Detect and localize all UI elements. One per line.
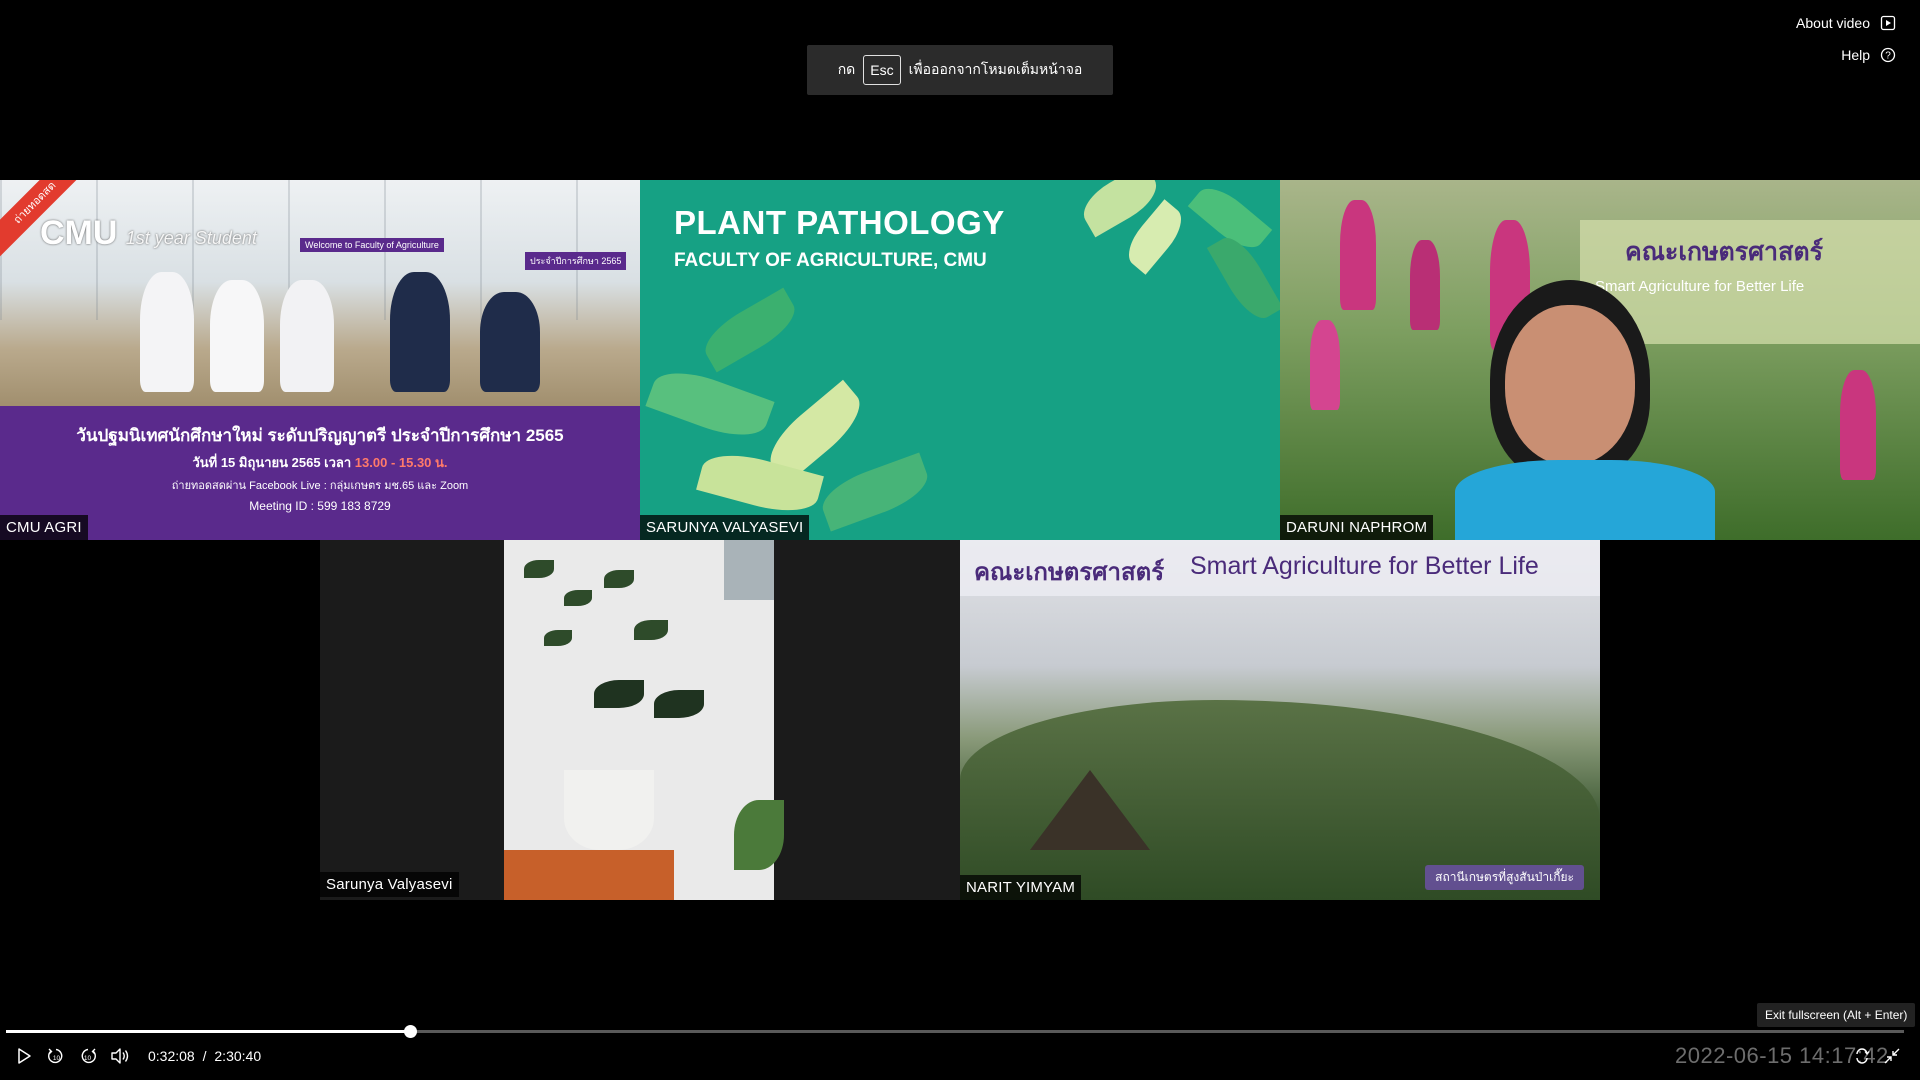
participant-tile-sarunya-video[interactable]: Sarunya Valyasevi (320, 540, 960, 900)
participant-name-tag: CMU AGRI (0, 515, 88, 540)
seek-bar-played (6, 1030, 411, 1033)
event-headline: วันปฐมนิเทศนักศึกษาใหม่ ระดับปริญญาตรี ป… (76, 426, 564, 445)
faculty-tagline: Smart Agriculture for Better Life (1190, 552, 1539, 580)
rewind-10-button[interactable]: 10 (44, 1046, 68, 1066)
faculty-logo: คณะเกษตรศาสตร์ (974, 559, 1165, 586)
student-figure (480, 292, 540, 392)
flower-shape (1310, 320, 1340, 410)
slide-subtitle: FACULTY OF AGRICULTURE, CMU (674, 250, 987, 271)
exit-fullscreen-icon (1884, 1048, 1900, 1064)
cmu-logo-word: CMU (40, 214, 118, 252)
flower-shape (1410, 240, 1440, 330)
leaf-shape (645, 360, 775, 448)
event-meeting-id: Meeting ID : 599 183 8729 (249, 499, 391, 513)
help-icon: ? (1880, 47, 1896, 63)
seek-bar[interactable] (6, 1025, 1904, 1038)
plant-leaf (604, 570, 634, 588)
playback-time: 0:32:08 / 2:30:40 (148, 1048, 261, 1064)
event-date-prefix: วันที่ 15 มิถุนายน 2565 เวลา (192, 455, 355, 470)
plant-leaf (654, 690, 704, 718)
exit-fullscreen-tooltip: Exit fullscreen (Alt + Enter) (1757, 1003, 1916, 1027)
plant-leaf (634, 620, 668, 640)
rewind-10-icon: 10 (48, 1048, 63, 1064)
faculty-logo: คณะเกษตรศาสตร์ (1625, 238, 1823, 266)
cmu-logo-text: CMU 1st year Student (40, 214, 257, 253)
about-video-link[interactable]: About video (1796, 15, 1896, 31)
speaker-face (1505, 305, 1635, 465)
event-info-band: วันปฐมนิเทศนักศึกษาใหม่ ระดับปริญญาตรี ป… (0, 406, 640, 540)
svg-text:10: 10 (84, 1055, 92, 1062)
flower-shape (1840, 370, 1876, 480)
plant-leaf (594, 680, 644, 708)
leaf-shape (696, 287, 804, 373)
seek-bar-handle[interactable] (404, 1025, 418, 1038)
participant-tile-sarunya-valyasevi[interactable]: PLANT PATHOLOGY FACULTY OF AGRICULTURE, … (640, 180, 1280, 540)
participant-tile-daruni-naphrom[interactable]: คณะเกษตรศาสตร์ Smart Agriculture for Bet… (1280, 180, 1920, 540)
slide-title: PLANT PATHOLOGY (674, 204, 1005, 241)
help-link[interactable]: Help ? (1841, 47, 1896, 63)
participant-name-tag: SARUNYA VALYASEVI (640, 515, 810, 540)
speaker-shirt (1455, 460, 1715, 540)
plant-leaf (564, 590, 592, 606)
plant-leaf (524, 560, 554, 578)
toast-prefix: กด (837, 61, 856, 77)
student-figure (280, 280, 334, 392)
faculty-tagline: Smart Agriculture for Better Life (1595, 278, 1805, 295)
about-video-label: About video (1796, 15, 1870, 31)
wall-decor (724, 540, 774, 600)
help-label: Help (1841, 47, 1870, 63)
play-button[interactable] (12, 1046, 36, 1066)
participant-video-feed (504, 540, 784, 900)
video-icon (1880, 15, 1896, 31)
volume-icon (111, 1048, 129, 1064)
esc-key-badge: Esc (863, 55, 901, 85)
participant-name-tag: DARUNI NAPHROM (1280, 515, 1434, 540)
current-time: 0:32:08 (148, 1048, 195, 1064)
plant-leaf (544, 630, 572, 646)
forward-10-icon: 10 (81, 1048, 96, 1064)
student-figure (210, 280, 264, 392)
cmu-script-text: 1st year Student (125, 228, 257, 248)
exit-fullscreen-button[interactable] (1880, 1046, 1904, 1066)
plant-leaf (734, 800, 784, 870)
play-icon (18, 1048, 31, 1064)
flower-shape (1340, 200, 1376, 310)
volume-button[interactable] (108, 1046, 132, 1066)
svg-text:10: 10 (53, 1055, 61, 1062)
participant-tile-cmu-agri[interactable]: ถ่ายทอดสด CMU 1st year Student Welcome t… (0, 180, 640, 540)
total-duration: 2:30:40 (214, 1048, 262, 1064)
time-separator: / (202, 1048, 207, 1064)
event-live-line: ถ่ายทอดสดผ่าน Facebook Live : กลุ่มเกษตร… (171, 480, 469, 492)
welcome-badge: Welcome to Faculty of Agriculture (300, 238, 444, 252)
loop-icon (1856, 1048, 1870, 1064)
location-tag: สถานีเกษตรที่สูงสันป่าเกี๊ยะ (1425, 865, 1584, 890)
wooden-cabinet (504, 850, 674, 900)
event-date-time: 13.00 - 15.30 น. (354, 455, 448, 470)
forward-10-button[interactable]: 10 (76, 1046, 100, 1066)
toast-suffix: เพื่อออกจากโหมดเต็มหน้าจอ (908, 61, 1083, 77)
participant-name-tag: NARIT YIMYAM (960, 875, 1082, 900)
flower-pot (564, 770, 654, 850)
participant-name-tag: Sarunya Valyasevi (320, 872, 459, 897)
exit-fullscreen-toast: กด Esc เพื่อออกจากโหมดเต็มหน้าจอ (807, 45, 1113, 95)
student-figure (140, 272, 194, 392)
leaf-shape (815, 452, 935, 532)
student-figure (390, 272, 450, 392)
svg-text:?: ? (1885, 51, 1891, 62)
loop-button[interactable] (1850, 1046, 1874, 1066)
participant-tile-narit-yimyam[interactable]: คณะเกษตรศาสตร์ Smart Agriculture for Bet… (960, 540, 1600, 900)
event-date-line: วันที่ 15 มิถุนายน 2565 เวลา 13.00 - 15.… (0, 452, 640, 473)
academic-year-badge: ประจำปีการศึกษา 2565 (525, 252, 627, 270)
